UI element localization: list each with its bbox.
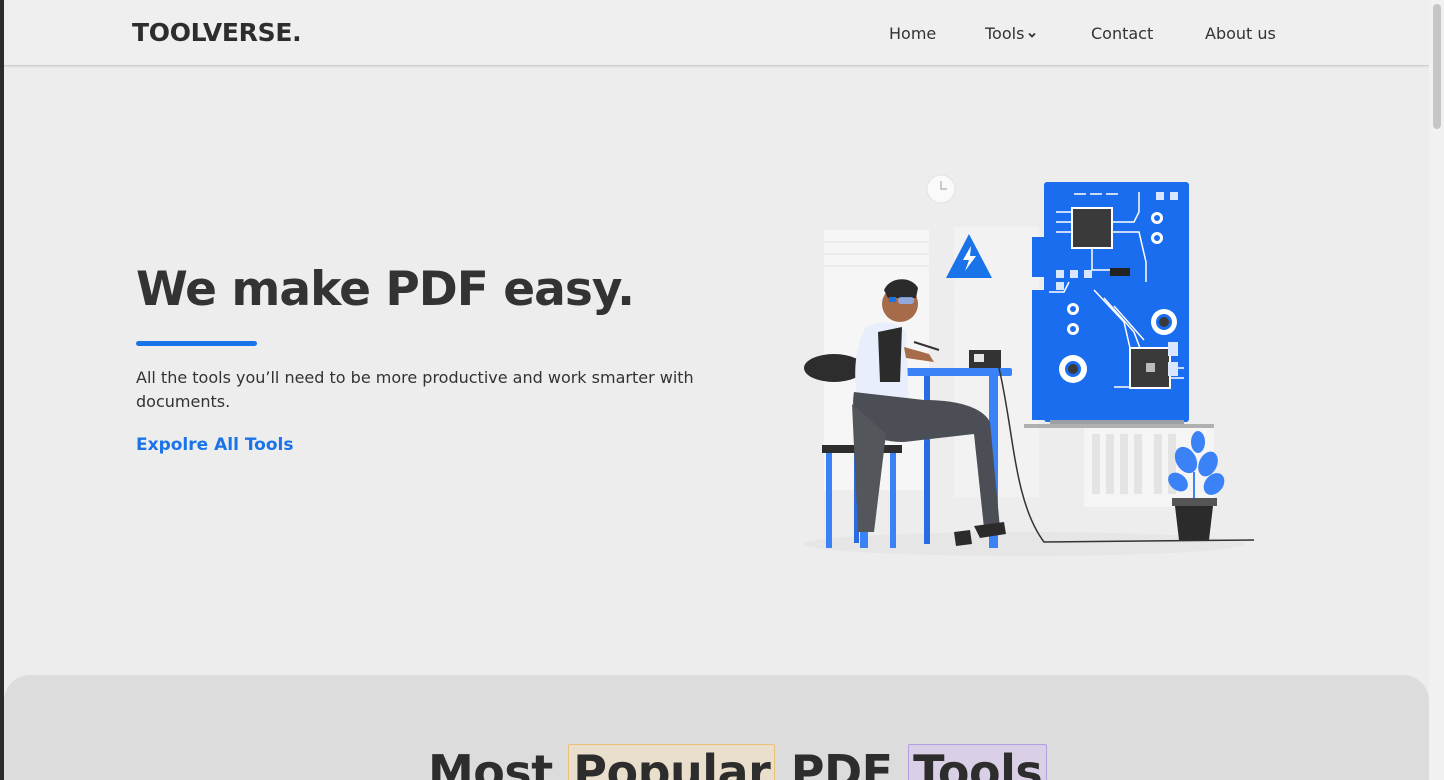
hero-description: All the tools you’ll need to be more pro… — [136, 368, 694, 411]
main-nav: Home Tools Contact About us — [4, 24, 1429, 44]
hero-title: We make PDF easy. — [136, 262, 635, 317]
title-word-most: Most — [428, 745, 553, 780]
scrollbar-thumb[interactable] — [1433, 4, 1441, 129]
explore-tools-link[interactable]: Expolre All Tools — [136, 435, 293, 455]
nav-tools-dropdown[interactable]: Tools — [985, 24, 1037, 43]
title-word-pdf: PDF — [790, 745, 893, 780]
nav-home-link[interactable]: Home — [889, 24, 936, 43]
title-highlight-popular: Popular — [568, 744, 776, 780]
page: TOOLVERSE. Home Tools Contact About us W… — [4, 0, 1429, 780]
hero-illustration — [804, 174, 1255, 556]
nav-about-link[interactable]: About us — [1205, 24, 1276, 43]
nav-tools-label: Tools — [985, 24, 1025, 43]
popular-tools-title: Most Popular PDF Tools — [428, 744, 1048, 780]
top-navbar: TOOLVERSE. Home Tools Contact About us — [4, 0, 1429, 66]
nav-contact-link[interactable]: Contact — [1091, 24, 1153, 43]
hero-underline — [136, 341, 257, 346]
title-highlight-tools: Tools — [908, 744, 1048, 780]
chevron-down-icon — [1028, 32, 1037, 38]
